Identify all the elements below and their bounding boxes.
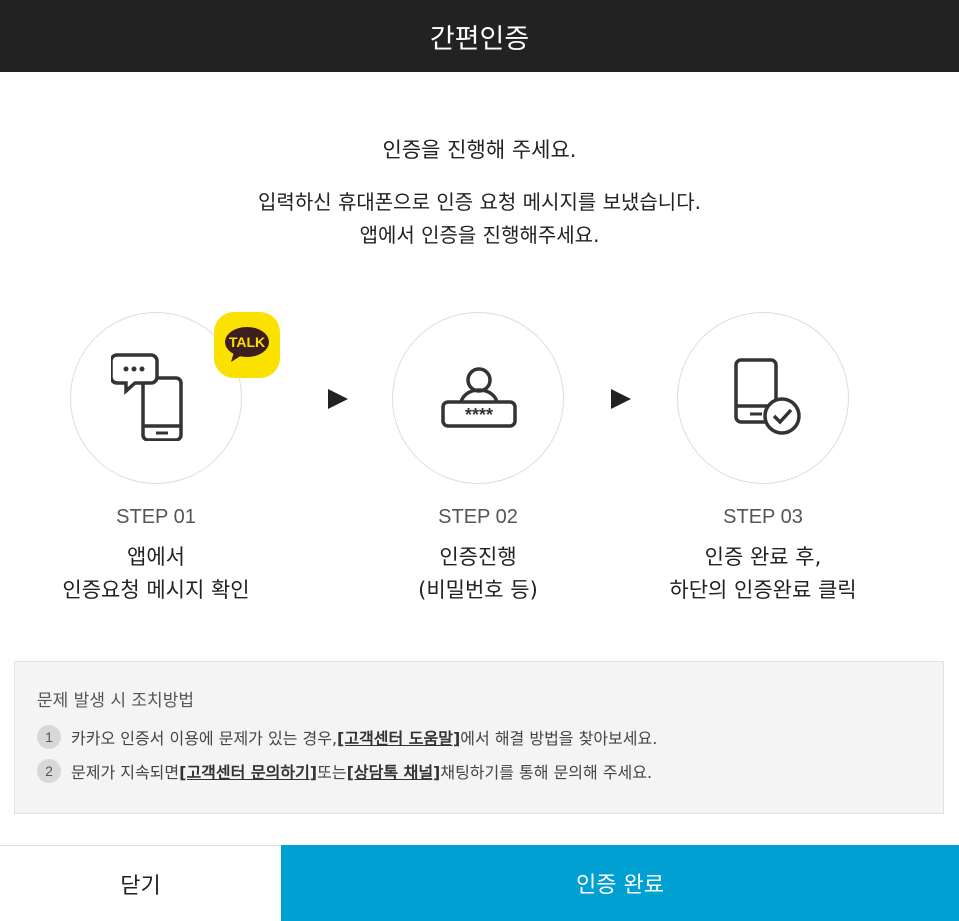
- phone-chat-icon: [111, 353, 183, 441]
- step-03-description: 인증 완료 후, 하단의 인증완료 클릭: [643, 541, 883, 607]
- page-title: 간편인증: [429, 23, 530, 55]
- close-button[interactable]: 닫기: [0, 845, 281, 921]
- customer-center-inquiry-link[interactable]: [고객센터 문의하기]: [179, 759, 317, 783]
- help-item-number: 1: [37, 725, 61, 749]
- step-01-description: 앱에서 인증요청 메시지 확인: [36, 541, 276, 607]
- main-message: 인증을 진행해 주세요.: [382, 138, 577, 162]
- step-01-line2: 인증요청 메시지 확인: [62, 578, 250, 602]
- help-item-2-text: 문제가 지속되면: [71, 763, 180, 782]
- step-02: **** STEP 02 인증진행 (비밀번호 등): [358, 312, 598, 607]
- customer-center-help-link[interactable]: [고객센터 도움말]: [337, 725, 460, 749]
- user-password-icon: ****: [441, 367, 517, 428]
- step-03-line1: 인증 완료 후,: [704, 545, 822, 569]
- step-02-circle: ****: [392, 312, 564, 484]
- help-item-2-text-suffix: 채팅하기를 통해 문의해 주세요.: [440, 763, 653, 782]
- step-02-description: 인증진행 (비밀번호 등): [358, 541, 598, 607]
- step-03-circle: [677, 312, 849, 484]
- talk-badge-label: TALK: [229, 334, 265, 350]
- troubleshooting-box: 문제 발생 시 조치방법 1 카카오 인증서 이용에 문제가 있는 경우, [고…: [14, 661, 944, 814]
- step-02-number: STEP 02: [438, 506, 518, 528]
- step-02-line2: (비밀번호 등): [418, 578, 538, 602]
- auth-complete-button[interactable]: 인증 완료: [281, 845, 959, 921]
- phone-check-icon: [734, 358, 801, 435]
- step-01: TALK STEP 01 앱에서 인증요청 메시지 확인: [36, 312, 280, 607]
- help-item-1: 1 카카오 인증서 이용에 문제가 있는 경우, [고객센터 도움말] 에서 해…: [37, 725, 921, 749]
- header-bar: 간편인증: [0, 0, 959, 72]
- step-03-number: STEP 03: [723, 506, 803, 528]
- step-01-number: STEP 01: [116, 506, 196, 528]
- arrow-right-icon: [611, 389, 631, 409]
- step-03-line2: 하단의 인증완료 클릭: [669, 578, 857, 602]
- help-item-number: 2: [37, 759, 61, 783]
- help-item-1-text-suffix: 에서 해결 방법을 찾아보세요.: [460, 729, 658, 748]
- help-item-1-text: 카카오 인증서 이용에 문제가 있는 경우,: [71, 729, 338, 748]
- step-02-line1: 인증진행: [439, 545, 517, 569]
- help-item-2-text-mid: 또는: [317, 763, 347, 782]
- troubleshooting-title: 문제 발생 시 조치방법: [37, 691, 194, 711]
- footer-actions: 닫기 인증 완료: [0, 845, 959, 921]
- svg-text:****: ****: [465, 405, 493, 425]
- intro-section: 인증을 진행해 주세요. 입력하신 휴대폰으로 인증 요청 메시지를 보냈습니다…: [0, 134, 959, 252]
- help-item-2: 2 문제가 지속되면 [고객센터 문의하기] 또는 [상담톡 채널] 채팅하기를…: [37, 759, 921, 783]
- consult-talk-channel-link[interactable]: [상담톡 채널]: [347, 759, 441, 783]
- arrow-right-icon: [328, 389, 348, 409]
- sub-message-line2: 앱에서 인증을 진행해주세요.: [359, 223, 600, 247]
- step-03: STEP 03 인증 완료 후, 하단의 인증완료 클릭: [643, 312, 883, 607]
- kakao-talk-icon: TALK: [214, 312, 280, 378]
- sub-message: 입력하신 휴대폰으로 인증 요청 메시지를 보냈습니다. 앱에서 인증을 진행해…: [0, 186, 959, 252]
- step-01-line1: 앱에서: [127, 545, 185, 569]
- sub-message-line1: 입력하신 휴대폰으로 인증 요청 메시지를 보냈습니다.: [258, 190, 701, 214]
